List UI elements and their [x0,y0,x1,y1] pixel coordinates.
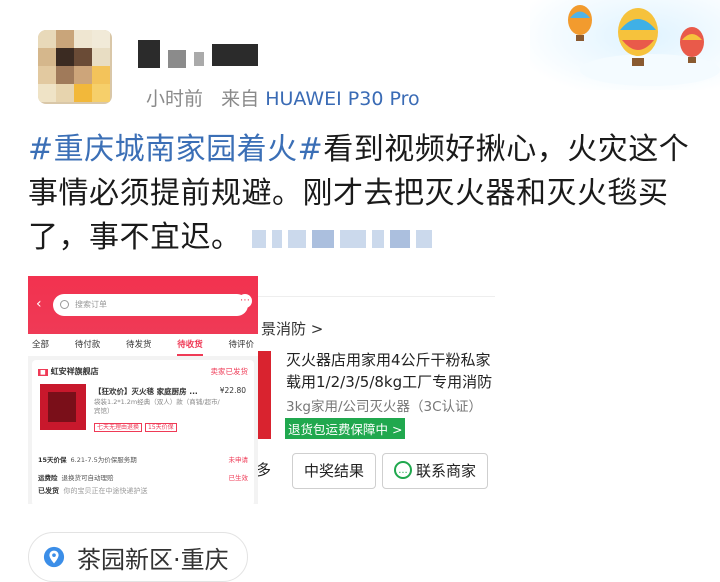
product-name: 灭火器店用家用4公斤干粉私家载用1/2/3/5/8kg工厂专用消防 [286,351,493,391]
product-price: ¥22.80 [219,386,246,395]
tab-pending-ship: 待发货 [125,340,152,350]
badge-return: 七天无理由退换 [94,423,143,432]
row-label: 15天价保 [38,456,67,464]
search-placeholder: 搜索订单 [75,300,107,309]
search-icon [60,300,69,309]
product-thumbnail [40,384,86,430]
product-badges: 七天无理由退换 15天价保 [94,422,180,432]
store-tag-icon: ■ [38,369,48,376]
location-label: 茶园新区·重庆 [77,545,229,574]
post-body: #重庆城南家园着火#看到视频好揪心，火灾这个事情必须提前规避。刚才去把灭火器和灭… [28,128,708,261]
row-label: 运费险 [38,474,58,482]
row-text: 退换货可自动理赔 [61,474,114,482]
order-search-input: 搜索订单 [53,294,248,316]
location-pin-icon [43,546,65,568]
shop-name-text: 虹安祥旗舰店 [50,367,99,376]
tab-pending-payment: 待付款 [74,340,101,350]
tab-all: 全部 [32,340,50,350]
back-icon: ‹ [36,296,42,312]
order-tabs: 全部 待付款 待发货 待收货 待评价 [28,334,258,356]
username-redacted[interactable] [130,38,260,68]
shop-name: ■ 虹安祥旗舰店 [38,366,99,377]
product-spec: 袋装1.2*1.2m经典（双人）款（商铺/超市/宾馆） [94,398,220,415]
store-link: 景消防 > [261,320,324,338]
contact-seller-button: 联系商家 [382,453,488,491]
avatar[interactable] [38,30,112,104]
contact-seller-label: 联系商家 [415,462,476,480]
row-status: 已生效 [228,474,249,482]
post-meta: 小时前 来自 HUAWEI P30 Pro [146,84,420,111]
order-screenshot-image[interactable]: ‹ 搜索订单 ⋯ 全部 待付款 待发货 待收货 待评价 ■ 虹安祥旗舰店 卖家已发… [28,276,258,504]
badge-price-protect: 15天价保 [145,423,177,432]
shipping-label: 已发货 [38,487,59,495]
redacted-text [251,217,438,261]
hashtag-link[interactable]: #重庆城南家园着火# [28,132,323,167]
device-name[interactable]: HUAWEI P30 Pro [265,88,419,110]
tab-pending-review: 待评价 [228,340,254,350]
from-label: 来自 [221,88,260,110]
price-protect-row: 15天价保 6.21-7.5为价保服务期 未申请 [38,454,248,464]
more-text: 多 [258,453,278,487]
row-text: 6.21-7.5为价保服务期 [70,456,137,464]
product-image-edge [258,351,271,439]
prize-result-button: 中奖结果 [292,453,376,489]
balloons-decoration-icon [530,0,720,90]
shipping-status-bar: 已发货 你的宝贝正在中途快递护送 [32,482,254,500]
more-icon: ⋯ [238,294,252,308]
order-status: 卖家已发货 [210,367,249,376]
shipping-text: 你的宝贝正在中途快递护送 [63,487,148,495]
tab-pending-receive: 待收货 [177,334,203,356]
location-chip[interactable]: 茶园新区·重庆 [28,532,248,582]
return-shipping-badge: 退货包运费保障中 > [285,418,406,439]
product-screenshot-image[interactable]: 景消防 > 灭火器店用家用4公斤干粉私家载用1/2/3/5/8kg工厂专用消防 … [258,296,495,507]
shipping-insurance-row: 运费险 退换货可自动理赔 已生效 [38,472,248,482]
row-status: 未申请 [228,456,249,464]
product-subtitle: 3kg家用/公司灭火器（3C认证） [286,399,483,415]
post-time: 小时前 [146,88,204,110]
app-header: ‹ 搜索订单 ⋯ [28,276,258,334]
product-title: 【狂欢价】灭火毯 家庭厨房 ... [94,387,198,396]
chat-icon [393,457,412,491]
